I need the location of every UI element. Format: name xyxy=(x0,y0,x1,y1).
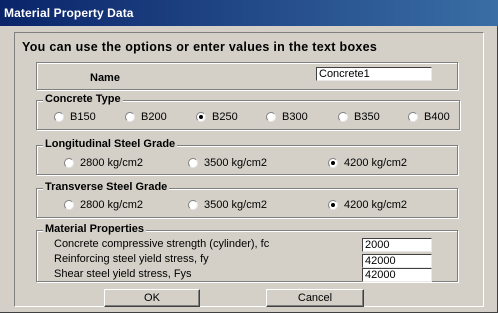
radio-button-selected-icon xyxy=(328,200,338,210)
radio-concrete-b250[interactable]: B250 xyxy=(196,110,238,124)
window-title: Material Property Data xyxy=(4,6,134,20)
radio-long-4200[interactable]: 4200 kg/cm2 xyxy=(328,156,407,170)
longitudinal-steel-title: Longitudinal Steel Grade xyxy=(43,138,178,150)
radio-button-icon xyxy=(188,158,198,168)
radio-concrete-b400[interactable]: B400 xyxy=(408,110,450,124)
radio-button-selected-icon xyxy=(196,112,206,122)
concrete-type-title: Concrete Type xyxy=(43,93,123,105)
radio-button-icon xyxy=(54,112,64,122)
fys-label: Shear steel yield stress, Fys xyxy=(54,268,192,280)
radio-label: 2800 kg/cm2 xyxy=(80,157,143,169)
instruction-text: You can use the options or enter values … xyxy=(22,40,378,54)
radio-button-icon xyxy=(408,112,418,122)
radio-label: 3500 kg/cm2 xyxy=(204,199,267,211)
radio-trans-3500[interactable]: 3500 kg/cm2 xyxy=(188,198,267,212)
radio-label: B350 xyxy=(354,111,380,123)
radio-label: B200 xyxy=(141,111,167,123)
radio-label: 3500 kg/cm2 xyxy=(204,157,267,169)
radio-long-3500[interactable]: 3500 kg/cm2 xyxy=(188,156,267,170)
material-properties-title: Material Properties xyxy=(43,223,147,235)
radio-label: 4200 kg/cm2 xyxy=(344,157,407,169)
radio-concrete-b200[interactable]: B200 xyxy=(125,110,167,124)
radio-button-icon xyxy=(338,112,348,122)
radio-label: 4200 kg/cm2 xyxy=(344,199,407,211)
title-bar[interactable]: Material Property Data xyxy=(0,0,498,26)
radio-button-icon xyxy=(125,112,135,122)
name-input[interactable]: Concrete1 xyxy=(316,67,432,81)
radio-button-icon xyxy=(64,200,74,210)
radio-label: B300 xyxy=(282,111,308,123)
radio-label: 2800 kg/cm2 xyxy=(80,199,143,211)
concrete-type-group: Concrete Type xyxy=(36,93,460,130)
radio-trans-4200[interactable]: 4200 kg/cm2 xyxy=(328,198,407,212)
radio-label: B250 xyxy=(212,111,238,123)
fy-label: Reinforcing steel yield stress, fy xyxy=(54,253,209,265)
fc-input[interactable]: 2000 xyxy=(362,238,432,252)
transverse-steel-title: Transverse Steel Grade xyxy=(43,181,170,193)
radio-button-icon xyxy=(64,158,74,168)
radio-concrete-b300[interactable]: B300 xyxy=(266,110,308,124)
radio-button-icon xyxy=(188,200,198,210)
name-label: Name xyxy=(90,72,120,84)
ok-button[interactable]: OK xyxy=(104,289,200,307)
material-property-dialog: Material Property Data You can use the o… xyxy=(0,0,498,313)
radio-concrete-b350[interactable]: B350 xyxy=(338,110,380,124)
radio-button-selected-icon xyxy=(328,158,338,168)
radio-button-icon xyxy=(266,112,276,122)
radio-label: B150 xyxy=(70,111,96,123)
radio-label: B400 xyxy=(424,111,450,123)
fy-input[interactable]: 42000 xyxy=(362,254,432,268)
cancel-button[interactable]: Cancel xyxy=(266,289,364,307)
radio-trans-2800[interactable]: 2800 kg/cm2 xyxy=(64,198,143,212)
radio-concrete-b150[interactable]: B150 xyxy=(54,110,96,124)
fys-input[interactable]: 42000 xyxy=(362,268,432,282)
radio-long-2800[interactable]: 2800 kg/cm2 xyxy=(64,156,143,170)
fc-label: Concrete compressive strength (cylinder)… xyxy=(54,238,270,250)
